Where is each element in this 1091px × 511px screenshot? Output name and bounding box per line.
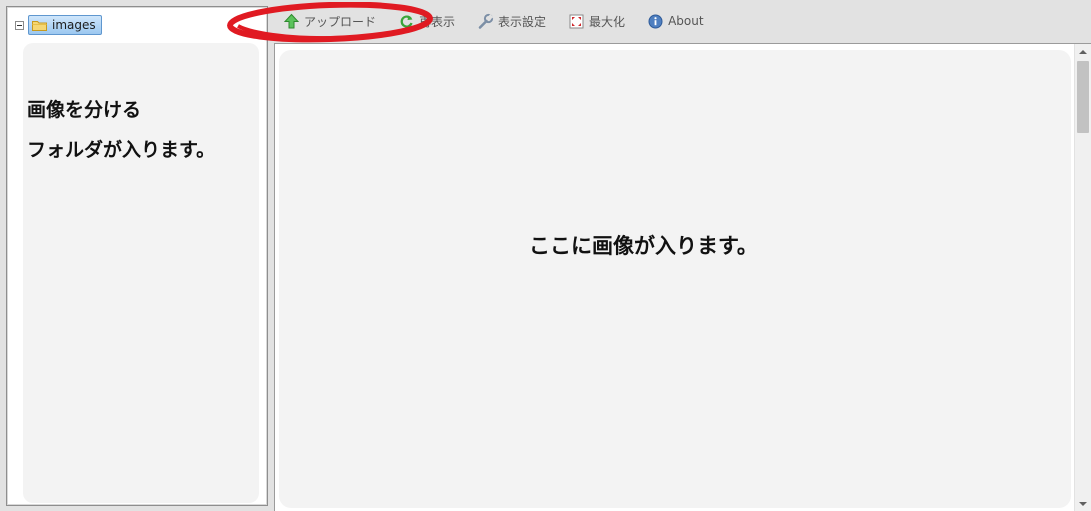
wrench-icon [478,13,494,29]
scroll-up-icon[interactable] [1079,50,1087,54]
file-manager-window: images 画像を分ける フォルダが入ります。 アップロード 再表示 表示設定… [0,0,1091,511]
refresh-icon [400,14,413,28]
folder-note-line1: 画像を分ける [27,99,142,121]
refresh-button[interactable]: 再表示 [398,10,455,32]
toolbar: アップロード 再表示 表示設定 最大化 About [274,0,1091,42]
image-content-panel: ここに画像が入ります。 [274,43,1091,511]
maximize-button-label: 最大化 [589,14,626,29]
maximize-icon [569,14,584,28]
tree-node-label: images [52,18,96,32]
display-settings-button[interactable]: 表示設定 [477,10,546,32]
about-button-label: About [668,14,704,28]
scroll-thumb[interactable] [1077,61,1089,133]
folder-icon [32,20,47,31]
info-icon [648,14,663,28]
tree-node-images[interactable]: images [28,15,102,35]
folder-tree-panel: images 画像を分ける フォルダが入ります。 [6,6,268,506]
vertical-scrollbar[interactable] [1074,44,1091,511]
folder-note-line2: フォルダが入ります。 [27,139,216,161]
scroll-down-icon[interactable] [1079,502,1087,506]
maximize-button[interactable]: 最大化 [568,10,625,32]
refresh-button-label: 再表示 [419,14,456,29]
image-area-placeholder: ここに画像が入ります。 [529,234,758,258]
display-settings-label: 表示設定 [498,14,547,29]
upload-arrow-icon [283,13,300,28]
upload-button[interactable]: アップロード [283,10,376,32]
tree-root-row: images [15,15,102,35]
collapse-toggle-icon[interactable] [15,20,24,30]
upload-button-label: アップロード [304,14,377,29]
about-button[interactable]: About [647,10,704,32]
panel-background [279,50,1071,508]
